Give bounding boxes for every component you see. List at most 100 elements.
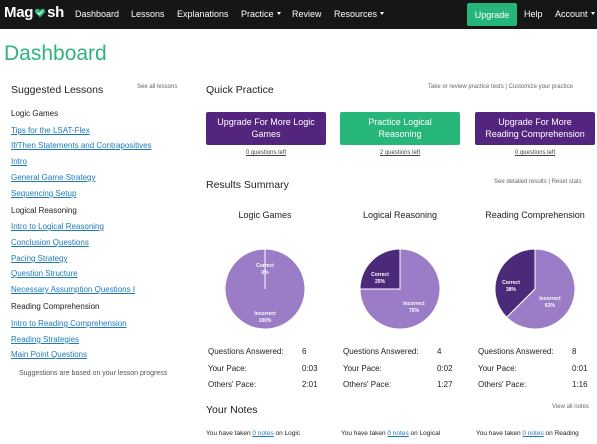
results-column-title: Logic Games bbox=[238, 210, 292, 220]
your-pace-label: Your Pace: bbox=[208, 364, 247, 373]
nav-practice[interactable]: Practice bbox=[241, 9, 281, 19]
chevron-down-icon bbox=[276, 12, 281, 16]
results-column-title: Logical Reasoning bbox=[362, 210, 438, 220]
questions-left[interactable]: 2 questions left bbox=[340, 150, 460, 156]
notes-suffix: on Reading bbox=[545, 430, 579, 437]
notes-summary: You have taken 0 notes on Logical bbox=[341, 430, 440, 437]
lesson-link[interactable]: General Game Strategy bbox=[11, 173, 95, 182]
logo-text-right: sh bbox=[47, 4, 65, 21]
lesson-group-title: Logical Reasoning bbox=[11, 206, 77, 215]
notes-suffix: on Logic bbox=[275, 430, 301, 437]
notes-count-link[interactable]: 0 notes bbox=[387, 430, 408, 437]
results-summary-heading: Results Summary bbox=[206, 179, 289, 191]
lesson-link[interactable]: Tips for the LSAT-Flex bbox=[11, 126, 90, 135]
questions-left[interactable]: 0 questions left bbox=[475, 150, 595, 156]
your-pace-value: 0:01 bbox=[572, 364, 588, 373]
pie-correct-pct: 25% bbox=[375, 279, 386, 285]
others-pace-label: Others' Pace: bbox=[208, 380, 257, 389]
notes-count-link[interactable]: 0 notes bbox=[522, 430, 543, 437]
results-links[interactable]: See detailed results | Reset stats bbox=[494, 179, 582, 185]
others-pace-label: Others' Pace: bbox=[478, 380, 527, 389]
questions-answered-value: 6 bbox=[302, 347, 307, 356]
nav-practice-label: Practice bbox=[241, 9, 274, 19]
see-all-lessons-link[interactable]: See all lessons bbox=[137, 84, 177, 90]
pie-correct-pct: 38% bbox=[506, 287, 517, 293]
notes-count-link[interactable]: 0 notes bbox=[252, 430, 273, 437]
lesson-group-title: Reading Comprehension bbox=[11, 302, 100, 311]
questions-left[interactable]: 0 questions left bbox=[206, 150, 326, 156]
practice-options-links[interactable]: Take or review practice tests | Customiz… bbox=[428, 84, 573, 90]
nav-resources[interactable]: Resources bbox=[334, 9, 385, 19]
lesson-link[interactable]: Intro to Logical Reasoning bbox=[11, 222, 104, 231]
questions-answered-label: Questions Answered: bbox=[208, 347, 284, 356]
your-pace-label: Your Pace: bbox=[343, 364, 382, 373]
pie-correct-label: Correct bbox=[371, 272, 389, 278]
upgrade-button[interactable]: Upgrade bbox=[467, 3, 517, 26]
questions-answered-label: Questions Answered: bbox=[343, 347, 419, 356]
notes-suffix: on Logical bbox=[410, 430, 441, 437]
nav-review[interactable]: Review bbox=[292, 9, 322, 19]
notes-prefix: You have taken bbox=[341, 430, 386, 437]
lesson-link[interactable]: If/Then Statements and Contrapositives bbox=[11, 141, 152, 150]
quick-practice-heading: Quick Practice bbox=[206, 84, 274, 96]
chevron-down-icon bbox=[380, 12, 385, 16]
others-pace-value: 1:27 bbox=[437, 380, 453, 389]
lesson-link[interactable]: Conclusion Questions bbox=[11, 238, 89, 247]
nav-account[interactable]: Account bbox=[555, 9, 595, 19]
nav-explanations[interactable]: Explanations bbox=[177, 9, 229, 19]
pie-incorrect-label: Incorrect bbox=[403, 301, 425, 307]
lesson-link[interactable]: Main Point Questions bbox=[11, 350, 87, 359]
upgrade-logic-games-button[interactable]: Upgrade For More Logic Games bbox=[206, 112, 326, 145]
logic-games-pie-chart: Correct 0% Incorrect 100% bbox=[224, 248, 306, 330]
upgrade-reading-comprehension-button[interactable]: Upgrade For More Reading Comprehension bbox=[475, 112, 595, 145]
notes-prefix: You have taken bbox=[206, 430, 251, 437]
lesson-link[interactable]: Necessary Assumption Questions I bbox=[11, 285, 135, 294]
pie-correct-label: Correct bbox=[256, 263, 274, 269]
view-all-notes-link[interactable]: View all notes bbox=[552, 404, 589, 410]
page-title: Dashboard bbox=[4, 42, 107, 65]
pie-incorrect-pct: 75% bbox=[409, 308, 420, 314]
suggested-lessons-heading: Suggested Lessons bbox=[11, 84, 104, 96]
lesson-link[interactable]: Sequencing Setup bbox=[11, 189, 76, 198]
your-pace-value: 0:03 bbox=[302, 364, 318, 373]
lesson-link[interactable]: Question Structure bbox=[11, 269, 78, 278]
pie-incorrect-pct: 100% bbox=[259, 318, 272, 324]
pie-incorrect-label: Incorrect bbox=[254, 311, 276, 317]
pie-correct-label: Correct bbox=[502, 280, 520, 286]
logical-reasoning-pie-chart: Correct 25% Incorrect 75% bbox=[359, 248, 441, 330]
chevron-down-icon bbox=[590, 12, 595, 16]
suggestions-note: Suggestions are based on your lesson pro… bbox=[19, 370, 168, 377]
pie-correct-pct: 0% bbox=[261, 270, 269, 276]
your-pace-value: 0:02 bbox=[437, 364, 453, 373]
others-pace-value: 1:16 bbox=[572, 380, 588, 389]
questions-answered-label: Questions Answered: bbox=[478, 347, 554, 356]
nav-resources-label: Resources bbox=[334, 9, 378, 19]
questions-answered-value: 8 bbox=[572, 347, 577, 356]
pie-incorrect-pct: 63% bbox=[545, 303, 556, 309]
pie-incorrect-label: Incorrect bbox=[539, 296, 561, 302]
practice-logical-reasoning-button[interactable]: Practice Logical Reasoning bbox=[340, 112, 460, 145]
nav-account-label: Account bbox=[555, 9, 588, 19]
lesson-link[interactable]: Pacing Strategy bbox=[11, 254, 67, 263]
lesson-group-title: Logic Games bbox=[11, 109, 59, 118]
magoosh-logo[interactable]: Mag sh bbox=[4, 4, 64, 21]
notes-summary: You have taken 0 notes on Logic bbox=[206, 430, 300, 437]
heart-check-icon bbox=[35, 8, 46, 17]
notes-prefix: You have taken bbox=[476, 430, 521, 437]
notes-summary: You have taken 0 notes on Reading bbox=[476, 430, 579, 437]
lesson-link[interactable]: Intro bbox=[11, 157, 27, 166]
reading-comprehension-pie-chart: Correct 38% Incorrect 63% bbox=[494, 248, 576, 330]
nav-lessons[interactable]: Lessons bbox=[131, 9, 165, 19]
your-pace-label: Your Pace: bbox=[478, 364, 517, 373]
nav-dashboard[interactable]: Dashboard bbox=[75, 9, 119, 19]
others-pace-label: Others' Pace: bbox=[343, 380, 392, 389]
lesson-link[interactable]: Intro to Reading Comprehension bbox=[11, 319, 127, 328]
nav-help[interactable]: Help bbox=[524, 9, 543, 19]
questions-answered-value: 4 bbox=[437, 347, 442, 356]
your-notes-heading: Your Notes bbox=[206, 404, 258, 416]
logo-text-left: Mag bbox=[4, 4, 34, 21]
others-pace-value: 2:01 bbox=[302, 380, 318, 389]
results-column-title: Reading Comprehension bbox=[485, 210, 585, 220]
top-navbar: Mag sh Dashboard Lessons Explanations Pr… bbox=[0, 0, 597, 29]
lesson-link[interactable]: Reading Strategies bbox=[11, 335, 79, 344]
